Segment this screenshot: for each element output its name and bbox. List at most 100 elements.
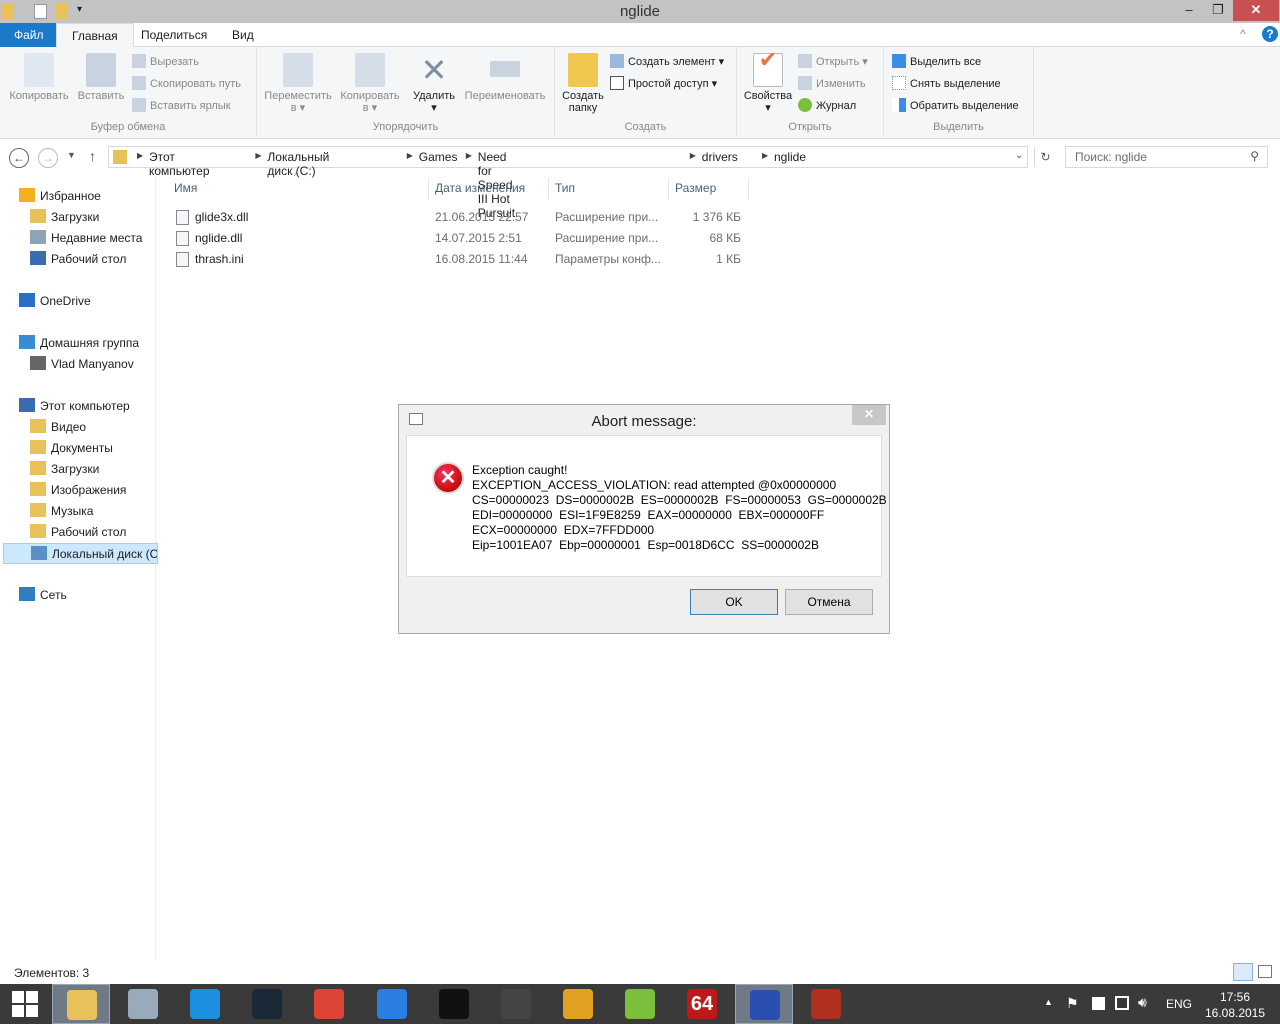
breadcrumb-arrow-icon[interactable]: ▶ [466, 151, 472, 160]
column-separator[interactable] [668, 178, 669, 200]
back-button[interactable]: ← [9, 148, 29, 168]
file-row[interactable]: thrash.ini 16.08.2015 11:44 Параметры конф… [170, 249, 750, 270]
nav-item[interactable]: Этот компьютер [0, 396, 155, 417]
column-header-name[interactable]: Имя [174, 181, 197, 195]
taskbar-task-manager[interactable] [114, 984, 172, 1024]
breadcrumb-arrow-icon[interactable]: ▶ [137, 151, 143, 160]
breadcrumb-arrow-icon[interactable]: ▶ [255, 151, 261, 160]
nav-item[interactable]: Документы [0, 438, 155, 459]
breadcrumb-arrow-icon[interactable]: ▶ [407, 151, 413, 160]
tab-share[interactable]: Поделиться [126, 23, 222, 47]
select-all-button[interactable]: Выделить все [892, 52, 981, 72]
rename-button[interactable]: Переименовать [460, 47, 550, 102]
breadcrumb-item[interactable]: Локальный диск (C:) [267, 150, 329, 178]
ok-button[interactable]: OK [690, 589, 778, 615]
address-dropdown-icon[interactable]: ⌄ [1015, 150, 1023, 161]
nav-item[interactable]: Музыка [0, 501, 155, 522]
taskbar-start[interactable] [0, 984, 58, 1024]
breadcrumb-item[interactable]: Games [419, 150, 458, 164]
taskbar-file-explorer[interactable] [52, 984, 110, 1024]
nav-item[interactable]: Сеть [0, 585, 155, 606]
copy-path-button[interactable]: Скопировать путь [132, 74, 241, 94]
dialog-close-button[interactable]: ✕ [852, 405, 886, 425]
minimize-button[interactable]: – [1174, 0, 1204, 21]
file-row[interactable]: nglide.dll 14.07.2015 2:51 Расширение при.… [170, 228, 750, 249]
nav-item[interactable]: OneDrive [0, 291, 155, 312]
new-item-button[interactable]: Создать элемент ▾ [610, 52, 724, 72]
tab-file[interactable]: Файл [0, 23, 56, 47]
column-header-size[interactable]: Размер [675, 181, 716, 195]
nav-item[interactable]: Изображения [0, 480, 155, 501]
taskbar-steam[interactable] [238, 984, 296, 1024]
large-icons-view-button[interactable] [1258, 965, 1272, 978]
show-hidden-icons-button[interactable]: ▲ [1044, 997, 1053, 1007]
copy-button[interactable]: Копировать [6, 47, 72, 102]
paste-shortcut-button[interactable]: Вставить ярлык [132, 96, 231, 116]
invert-selection-button[interactable]: Обратить выделение [892, 96, 1019, 116]
taskbar-app-window[interactable] [735, 984, 794, 1024]
move-to-button[interactable]: Переместить в ▾ [262, 47, 334, 114]
select-none-button[interactable]: Снять выделение [892, 74, 1001, 94]
nav-item[interactable]: Vlad Manyanov [0, 354, 155, 375]
breadcrumb-item[interactable]: drivers [702, 150, 738, 164]
open-button[interactable]: Открыть ▾ [798, 52, 868, 72]
nav-item[interactable]: Видео [0, 417, 155, 438]
column-separator[interactable] [428, 178, 429, 200]
properties-button[interactable]: ✔ Свойства ▾ [741, 47, 795, 115]
taskbar-aida64[interactable]: 64 [673, 984, 731, 1024]
nav-item[interactable]: Недавние места [0, 228, 155, 249]
nav-item[interactable]: Загрузки [0, 207, 155, 228]
tab-view[interactable]: Вид [217, 23, 269, 47]
taskbar-notepad-plus[interactable] [611, 984, 669, 1024]
cut-button[interactable]: Вырезать [132, 52, 199, 72]
windows-tray-icon[interactable] [1092, 997, 1105, 1010]
address-bar[interactable]: ▶ Этот компьютер ▶ Локальный диск (C:) ▶ Game… [108, 146, 1051, 220]
refresh-button[interactable]: ↻ [1034, 147, 1056, 167]
breadcrumb-item[interactable]: Этот компьютер [149, 150, 210, 178]
edit-button[interactable]: Изменить [798, 74, 866, 94]
nav-item[interactable]: Рабочий стол [0, 249, 155, 270]
nav-item[interactable]: Рабочий стол [0, 522, 155, 543]
new-folder-button[interactable]: Создать папку [558, 47, 608, 114]
taskbar-chrome[interactable] [300, 984, 358, 1024]
file-row[interactable]: glide3x.dll 21.06.2015 22:57 Расширение пр… [170, 207, 750, 228]
breadcrumb-item[interactable]: nglide [774, 150, 806, 164]
forward-button[interactable]: → [38, 148, 58, 168]
cancel-button[interactable]: Отмена [785, 589, 873, 615]
column-header-type[interactable]: Тип [555, 181, 575, 195]
delete-button[interactable]: ✕ Удалить ▾ [411, 47, 457, 114]
collapse-ribbon-icon[interactable]: ^ [1240, 27, 1246, 41]
taskbar-app-blue[interactable] [363, 984, 421, 1024]
nav-item[interactable]: Загрузки [0, 459, 155, 480]
clock[interactable]: 17:56 16.08.2015 [1200, 989, 1270, 1021]
up-button[interactable]: ↑ [89, 148, 96, 164]
copy-to-button[interactable]: Копировать в ▾ [336, 47, 404, 114]
nav-item[interactable]: Локальный диск (C:) [3, 543, 158, 564]
paste-button[interactable]: Вставить [75, 47, 127, 102]
volume-icon[interactable]: 🔊︎ [1138, 994, 1147, 1011]
taskbar-app-lightning[interactable] [549, 984, 607, 1024]
help-icon[interactable]: ? [1262, 26, 1278, 42]
taskbar-app-clapper[interactable] [487, 984, 545, 1024]
breadcrumb-arrow-icon[interactable]: ▶ [762, 151, 768, 160]
action-center-flag-icon[interactable]: ⚑ [1066, 995, 1079, 1012]
breadcrumb-arrow-icon[interactable]: ▶ [690, 151, 696, 160]
taskbar-app-game[interactable] [797, 984, 855, 1024]
language-indicator[interactable]: ENG [1166, 997, 1192, 1011]
taskbar-internet-explorer[interactable] [176, 984, 234, 1024]
recent-locations-dropdown[interactable]: ▼ [67, 150, 76, 160]
close-button[interactable]: ✕ [1233, 0, 1279, 21]
network-icon[interactable] [1115, 996, 1129, 1010]
maximize-button[interactable]: ❐ [1203, 0, 1233, 21]
nav-item[interactable]: Избранное [0, 186, 155, 207]
details-view-button[interactable] [1233, 963, 1253, 981]
search-input[interactable]: Поиск: nglide ⚲ [1065, 146, 1268, 168]
easy-access-button[interactable]: Простой доступ ▾ [610, 74, 717, 94]
taskbar-app-black[interactable] [425, 984, 483, 1024]
column-separator[interactable] [748, 178, 749, 200]
nav-item[interactable]: Домашняя группа [0, 333, 155, 354]
column-header-date[interactable]: Дата изменения [435, 181, 525, 195]
column-separator[interactable] [548, 178, 549, 200]
tab-home[interactable]: Главная [56, 23, 134, 48]
history-button[interactable]: Журнал [798, 96, 856, 116]
